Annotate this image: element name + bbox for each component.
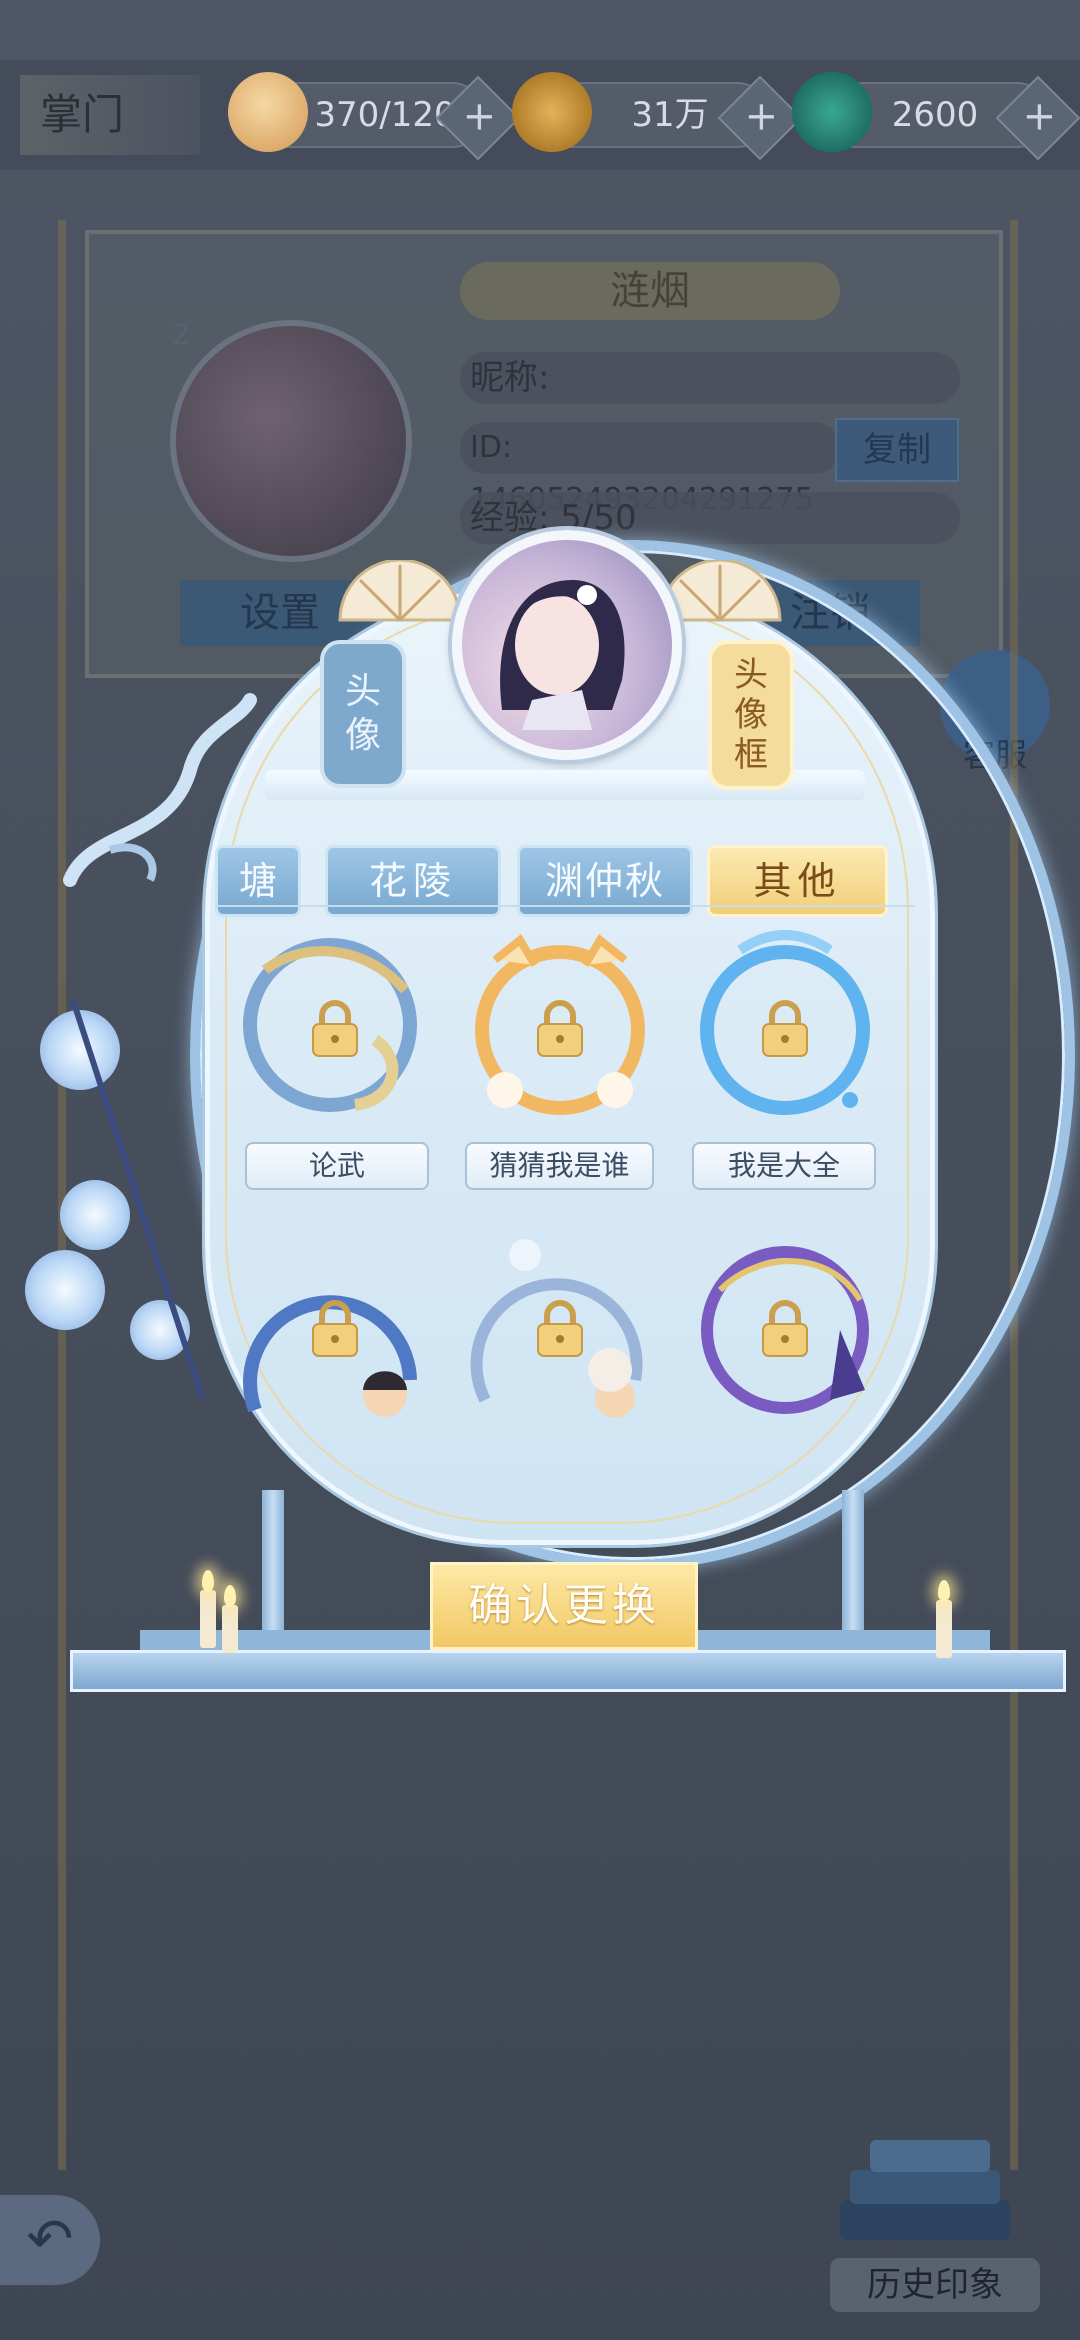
plus-icon: +	[744, 93, 779, 140]
tag-char: 头	[734, 655, 768, 695]
candle	[936, 1600, 952, 1658]
history-label[interactable]: 历史印象	[830, 2258, 1040, 2312]
lock-icon	[535, 1000, 585, 1058]
stand-pillar	[842, 1490, 864, 1640]
tab-avatar[interactable]: 头 像	[320, 640, 406, 788]
candle-flame	[224, 1585, 236, 1607]
candle-flame	[938, 1580, 950, 1602]
fan-left-icon	[338, 560, 462, 622]
frame-label: 我是大全	[692, 1142, 876, 1190]
candle	[222, 1605, 238, 1653]
lock-icon	[310, 1300, 360, 1358]
lock-icon	[310, 1000, 360, 1058]
plus-icon: +	[1022, 93, 1057, 140]
tag-char: 头	[344, 671, 381, 712]
profile-avatar[interactable]	[170, 320, 412, 562]
lock-icon	[760, 1300, 810, 1358]
section-title: 掌门	[20, 75, 200, 155]
tag-char: 像	[344, 715, 381, 756]
player-level: 2	[172, 318, 190, 351]
stand-pillar	[262, 1490, 284, 1640]
coin-icon	[512, 72, 592, 152]
tab-divider	[215, 905, 915, 907]
candle-flame	[202, 1570, 214, 1592]
jade-value: 2600	[891, 95, 979, 135]
tag-char: 框	[734, 735, 768, 775]
stand-base	[70, 1650, 1066, 1692]
confirm-change-button[interactable]: 确认更换	[430, 1562, 698, 1650]
plus-icon: +	[462, 93, 497, 140]
candle	[200, 1590, 216, 1648]
stamina-icon	[228, 72, 308, 152]
tag-char: 像	[734, 695, 768, 735]
lock-icon	[760, 1000, 810, 1058]
frame-label: 猜猜我是谁	[465, 1142, 654, 1190]
category-tabs: 塘 花陵 渊仲秋 其他	[215, 845, 905, 917]
jade-icon	[792, 72, 872, 152]
player-id: ID: 146052493204291275	[460, 422, 840, 517]
back-button[interactable]: ↶	[0, 2195, 100, 2285]
nickname-field[interactable]: 昵称:	[460, 352, 960, 404]
copy-id-button[interactable]: 复制	[835, 418, 959, 482]
frame-label: 论武	[245, 1142, 429, 1190]
current-avatar-preview	[452, 530, 682, 760]
blossom-decoration	[25, 1250, 105, 1330]
lock-icon	[535, 1300, 585, 1358]
player-name: 涟烟	[460, 262, 840, 320]
back-arrow-icon: ↶	[26, 2207, 74, 2272]
character-portrait-icon	[500, 580, 625, 730]
tab-avatar-frame[interactable]: 头 像 框	[708, 640, 794, 790]
blossom-decoration	[60, 1180, 130, 1250]
frame-grid: 论武 猜猜我是谁 我是大全	[230, 920, 910, 1420]
